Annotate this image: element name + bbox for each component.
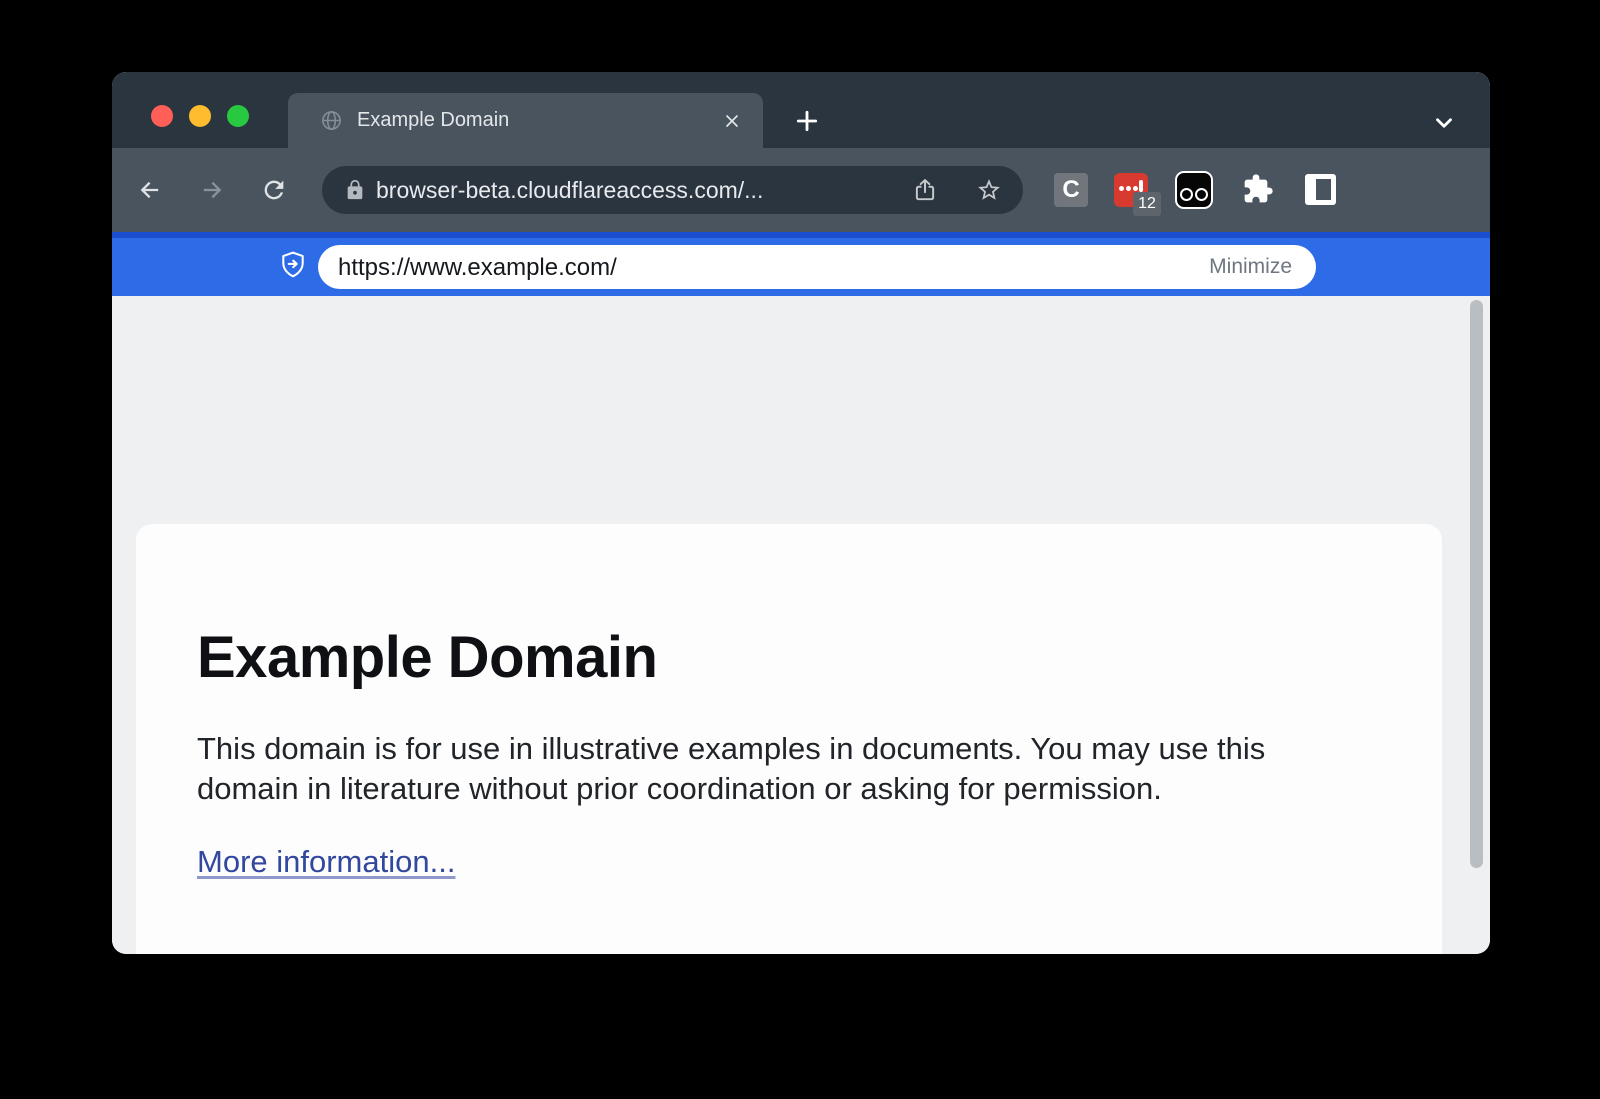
close-tab-icon[interactable] (722, 111, 742, 131)
tab-title: Example Domain (357, 109, 509, 132)
page-body-text: This domain is for use in illustrative e… (197, 729, 1265, 809)
minimize-button[interactable]: Minimize (1209, 255, 1292, 279)
reload-icon[interactable] (260, 176, 288, 204)
browser-toolbar: browser-beta.cloudflareaccess.com/... C … (112, 148, 1490, 232)
shield-arrow-icon (280, 251, 306, 279)
globe-icon (320, 109, 343, 132)
bookmark-star-icon[interactable] (976, 177, 1002, 203)
example-domain-card: Example Domain This domain is for use in… (136, 524, 1442, 954)
remote-url-text: https://www.example.com/ (338, 254, 617, 282)
close-window-button[interactable] (151, 105, 173, 127)
body-line-2: domain in literature without prior coord… (197, 769, 1265, 809)
extension-badge-count: 12 (1133, 192, 1161, 216)
browser-window: Example Domain browser-beta.cloudflareac (112, 72, 1490, 954)
address-bar[interactable]: browser-beta.cloudflareaccess.com/... (322, 166, 1023, 214)
remote-browser-bar: https://www.example.com/ Minimize (112, 232, 1490, 296)
share-icon[interactable] (912, 177, 938, 203)
tab-strip: Example Domain (112, 72, 1490, 148)
extension-circles-icon[interactable] (1175, 171, 1213, 209)
page-viewport: Example Domain This domain is for use in… (112, 296, 1490, 954)
minimize-window-button[interactable] (189, 105, 211, 127)
extension-c-icon[interactable]: C (1054, 173, 1088, 207)
address-bar-url: browser-beta.cloudflareaccess.com/... (376, 177, 763, 204)
page-title: Example Domain (197, 624, 657, 691)
body-line-1: This domain is for use in illustrative e… (197, 729, 1265, 769)
tab-example-domain[interactable]: Example Domain (288, 93, 763, 148)
vertical-scrollbar[interactable] (1470, 300, 1483, 868)
more-information-link[interactable]: More information... (197, 844, 455, 880)
chevron-down-icon[interactable] (1431, 110, 1457, 136)
remote-url-bar[interactable]: https://www.example.com/ Minimize (318, 245, 1316, 289)
new-tab-button[interactable] (794, 108, 820, 134)
forward-icon[interactable] (198, 176, 226, 204)
back-icon[interactable] (136, 176, 164, 204)
side-panel-icon[interactable] (1305, 174, 1336, 205)
fullscreen-window-button[interactable] (227, 105, 249, 127)
extensions-puzzle-icon[interactable] (1242, 173, 1274, 205)
lock-icon (344, 179, 366, 201)
